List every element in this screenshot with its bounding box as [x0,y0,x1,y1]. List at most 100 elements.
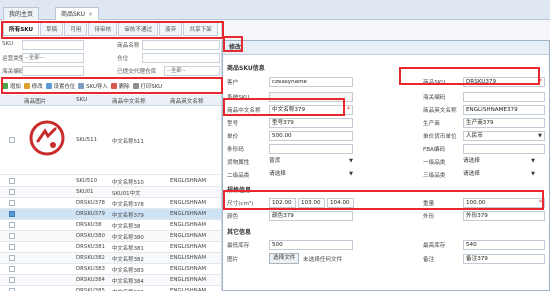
barcode-field[interactable] [269,144,353,154]
fba-label: FBA编码 [423,147,446,153]
customs-code-field[interactable] [463,92,545,102]
delete-icon [110,82,117,89]
row-checkbox[interactable] [9,222,15,228]
sku-filter-input[interactable] [22,40,84,50]
customer-value: czeasyname [272,79,307,85]
cat1-select[interactable]: 请选择 ▼ [463,156,545,166]
location-filter-input[interactable] [142,53,220,63]
tab-sku-label: 商品SKU [61,11,85,18]
en-name-field[interactable]: ENGLISHNAME379 [463,105,545,115]
status-tab-pending[interactable]: 待审核 [88,22,118,36]
row-checkbox[interactable] [9,178,15,184]
row-checkbox[interactable] [9,200,15,206]
status-tab-all[interactable]: 所有SKU [3,22,39,36]
col-image[interactable]: 商品图片 [24,97,46,105]
origin-field[interactable]: 生产商379 [463,118,545,128]
edit-button[interactable]: 修改 [23,82,43,90]
remark-field[interactable]: 备注379 [463,254,545,264]
weight-value: 100.00 [466,200,486,206]
size-height-field[interactable]: 104.00 [327,198,354,208]
sku-field[interactable]: DRSKU379 * [463,77,545,87]
weight-field[interactable]: 100.00 * [463,198,545,208]
status-tab-discarded[interactable]: 废弃 [159,22,183,36]
sku-import-button[interactable]: SKU导入 [78,82,108,90]
color-field[interactable]: 颜色379 [269,211,353,221]
add-icon [2,82,8,89]
status-tab-rejected[interactable]: 审核不通过 [118,22,159,36]
currency-select[interactable]: 人民币 ▼ [463,131,545,141]
table-row[interactable]: DRSKU378 中文名称378 ENGLISHNAM [0,198,221,209]
print-sku-label: 打印SKU [140,83,163,90]
sku-value: DRSKU379 [466,79,497,85]
delete-button[interactable]: 删除 [110,82,130,90]
row-en-name: ENGLISHNAM [170,255,207,261]
print-sku-button[interactable]: 打印SKU [132,82,163,90]
row-checkbox[interactable] [9,255,15,261]
cat3-label: 三级品类 [423,173,446,179]
oversea-filter-select[interactable]: --全部-- [164,66,220,76]
fba-field[interactable] [463,144,545,154]
size-length-field[interactable]: 102.00 [269,198,296,208]
table-row[interactable]: DRSKU385中文名称385ENGLISHNAM [0,286,221,291]
row-checkbox[interactable] [9,211,15,217]
row-sku: SKU511 [76,137,98,143]
set-location-button[interactable]: 设置仓位 [45,82,75,90]
add-button[interactable]: 增加 [2,82,21,90]
table-row[interactable]: SKU510 中文名称510 ENGLISHNAM [0,176,221,187]
col-cn-name[interactable]: 商品中文名称 [112,97,146,105]
row-checkbox[interactable] [9,189,15,195]
row-sku: DRSKU383 [76,266,105,272]
price-field[interactable]: 500.00 [269,131,353,141]
table-row[interactable]: DRSKU381 中文名称381 ENGLISHNAM [0,242,221,253]
attr-select[interactable]: 普货 ▼ [269,156,353,166]
status-tab-shared-off[interactable]: 共享下架 [183,22,218,36]
table-row[interactable]: DRSKU382 中文名称382 ENGLISHNAM [0,253,221,264]
cn-name-field[interactable]: 中文名称379 * [269,105,353,115]
table-row[interactable]: SKU01 SKU01中文 [0,187,221,198]
size-width-field[interactable]: 103.00 [298,198,325,208]
col-en-name[interactable]: 商品英文名称 [170,97,204,105]
cat3-select[interactable]: 请选择 ▼ [463,169,545,179]
status-tab-draft[interactable]: 草稿 [40,22,64,36]
currency-label: 单价货币单位 [423,134,457,140]
customs-filter-input[interactable] [22,66,84,76]
tab-product-sku[interactable]: 商品SKU × [55,7,100,20]
max-stock-field[interactable]: 540 [463,240,545,250]
type-filter-select[interactable]: --全部-- [22,53,84,63]
row-cn-name: 中文名称511 [112,139,144,145]
tab-home[interactable]: 我的主页 [3,7,40,20]
row-checkbox[interactable] [9,244,15,250]
table-row[interactable]: DRSKU383 中文名称383 ENGLISHNAM [0,264,221,275]
row-checkbox[interactable] [9,266,15,272]
shape-field[interactable]: 外形379 [463,211,545,221]
cat2-select[interactable]: 请选择 ▼ [269,169,353,179]
choose-file-button[interactable]: 选择文件 [269,253,300,264]
status-tab-available[interactable]: 可用 [64,22,88,36]
model-field[interactable]: 型号379 [269,118,353,128]
filter-row-1: SKU 商品名称 [0,39,221,51]
row-checkbox[interactable] [9,233,15,239]
edit-icon [23,82,30,89]
min-stock-field[interactable]: 500 [269,240,353,250]
table-row[interactable]: SKU511 中文名称511 [0,107,221,175]
section-other: 其它信息 [227,229,252,236]
row-sku: SKU01 [76,189,94,195]
table-row[interactable]: DRSKU380 中文名称380 ENGLISHNAM [0,231,221,242]
row-checkbox[interactable] [9,277,15,283]
product-name-input[interactable] [142,40,220,50]
row-checkbox[interactable] [9,137,15,143]
image-label: 图片 [227,257,239,263]
barcode-label: 条形码 [227,147,244,153]
system-sku-label: 系统SKU [227,95,250,101]
table-row[interactable]: DRSKU379 中文名称379 ENGLISHNAM [0,209,221,220]
col-sku[interactable]: SKU [76,97,87,103]
row-en-name: ENGLISHNAM [170,222,207,228]
customer-field[interactable]: czeasyname [269,77,353,87]
en-name-label: 商品英文名称 [423,108,457,114]
table-row[interactable]: DRSKU38 中文名称38 ENGLISHNAM [0,220,221,231]
row-en-name: ENGLISHNAM [170,233,207,239]
dialog-title: 修改 [223,41,549,55]
table-row[interactable]: DRSKU384 中文名称384 ENGLISHNAM [0,275,221,286]
location-icon [45,82,52,89]
close-icon[interactable]: × [88,11,93,18]
